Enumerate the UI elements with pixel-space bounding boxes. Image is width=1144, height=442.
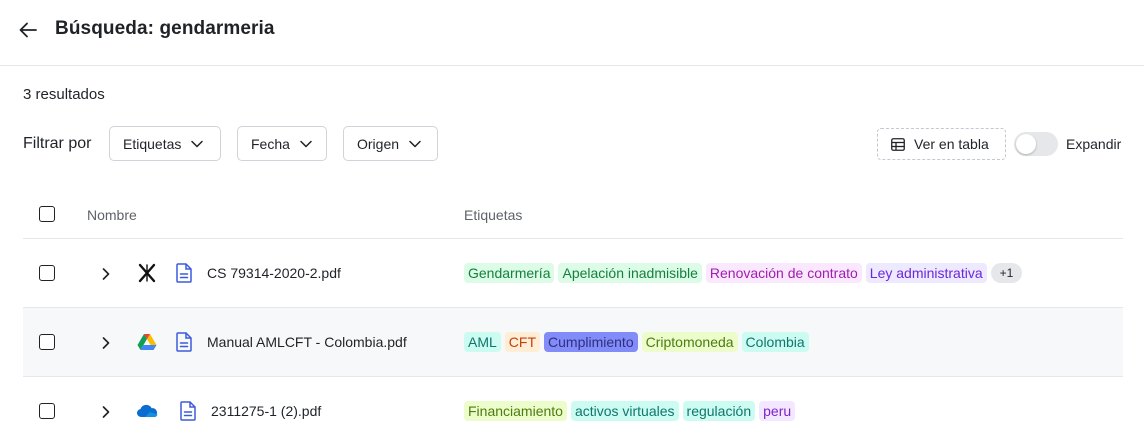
top-bar: Búsqueda: gendarmeria: [0, 0, 1144, 66]
expand-row-button[interactable]: [97, 334, 115, 352]
chevron-down-icon: [300, 140, 312, 148]
tag-chip[interactable]: Financiamiento: [464, 401, 567, 421]
tag-list: AML CFT Cumplimiento Criptomoneda Colombia: [464, 332, 809, 352]
tag-chip[interactable]: Apelación inadmisible: [558, 263, 702, 283]
document-icon: [179, 400, 197, 422]
more-tags-badge[interactable]: +1: [990, 263, 1023, 283]
chevron-down-icon: [191, 140, 204, 148]
chevron-down-icon: [409, 140, 421, 148]
tag-chip[interactable]: Cumplimiento: [544, 332, 638, 352]
onedrive-icon: [136, 400, 158, 422]
tag-chip[interactable]: Gendarmería: [464, 263, 555, 283]
expand-label: Expandir: [1066, 136, 1122, 152]
filter-date-label: Fecha: [251, 135, 290, 152]
file-name[interactable]: 2311275-1 (2).pdf: [211, 403, 321, 419]
document-icon: [175, 331, 193, 353]
tag-chip[interactable]: activos virtuales: [570, 401, 679, 421]
chevron-right-icon: [102, 406, 110, 418]
expand-row-button[interactable]: [97, 265, 115, 283]
expand-row-button[interactable]: [97, 403, 115, 421]
filter-date-button[interactable]: Fecha: [237, 126, 327, 161]
tag-chip[interactable]: Ley administrativa: [865, 263, 987, 283]
table-row[interactable]: 2311275-1 (2).pdf Financiamiento activos …: [23, 377, 1123, 442]
view-table-button[interactable]: Ver en tabla: [877, 128, 1006, 160]
tag-chip[interactable]: Criptomoneda: [641, 332, 738, 352]
file-name[interactable]: CS 79314-2020-2.pdf: [207, 265, 341, 281]
tag-chip[interactable]: CFT: [504, 332, 541, 352]
tag-list: Gendarmería Apelación inadmisible Renovaci…: [464, 263, 1023, 283]
select-all-checkbox[interactable]: [39, 206, 55, 222]
tag-chip[interactable]: peru: [759, 401, 796, 421]
expand-toggle[interactable]: [1014, 132, 1058, 156]
column-tags-header[interactable]: Etiquetas: [464, 207, 522, 223]
arrow-left-icon: [19, 22, 37, 38]
tag-chip[interactable]: Renovación de contrato: [705, 263, 862, 283]
google-drive-icon: [136, 331, 158, 353]
filter-origin-label: Origen: [357, 135, 400, 152]
back-button[interactable]: [14, 16, 42, 44]
table-row[interactable]: CS 79314-2020-2.pdf Gendarmería Apelación…: [23, 239, 1123, 308]
tag-chip[interactable]: AML: [464, 332, 501, 352]
chevron-right-icon: [102, 337, 110, 349]
view-table-label: Ver en tabla: [914, 136, 989, 152]
filter-label: Filtrar por: [23, 135, 92, 152]
column-name-header[interactable]: Nombre: [87, 207, 137, 223]
row-checkbox[interactable]: [39, 334, 55, 350]
chevron-right-icon: [102, 268, 110, 280]
table-icon: [891, 137, 905, 151]
toggle-knob: [1016, 134, 1036, 154]
page-title: Búsqueda: gendarmeria: [55, 18, 275, 39]
filter-tags-button[interactable]: Etiquetas: [109, 126, 221, 161]
row-checkbox[interactable]: [39, 265, 55, 281]
result-count: 3 resultados: [23, 86, 105, 103]
x-logo-icon: [136, 262, 158, 284]
document-icon: [175, 262, 193, 284]
tag-chip[interactable]: regulación: [682, 401, 756, 421]
row-checkbox[interactable]: [39, 403, 55, 419]
filter-tags-label: Etiquetas: [123, 135, 182, 152]
filter-origin-button[interactable]: Origen: [343, 126, 438, 161]
tag-chip[interactable]: Colombia: [741, 332, 809, 352]
tag-list: Financiamiento activos virtuales regulació…: [464, 401, 796, 421]
file-name[interactable]: Manual AMLCFT - Colombia.pdf: [207, 334, 407, 350]
table-row[interactable]: Manual AMLCFT - Colombia.pdf AML CFT Cumpl…: [23, 308, 1123, 377]
table-header: Nombre Etiquetas: [23, 190, 1123, 239]
